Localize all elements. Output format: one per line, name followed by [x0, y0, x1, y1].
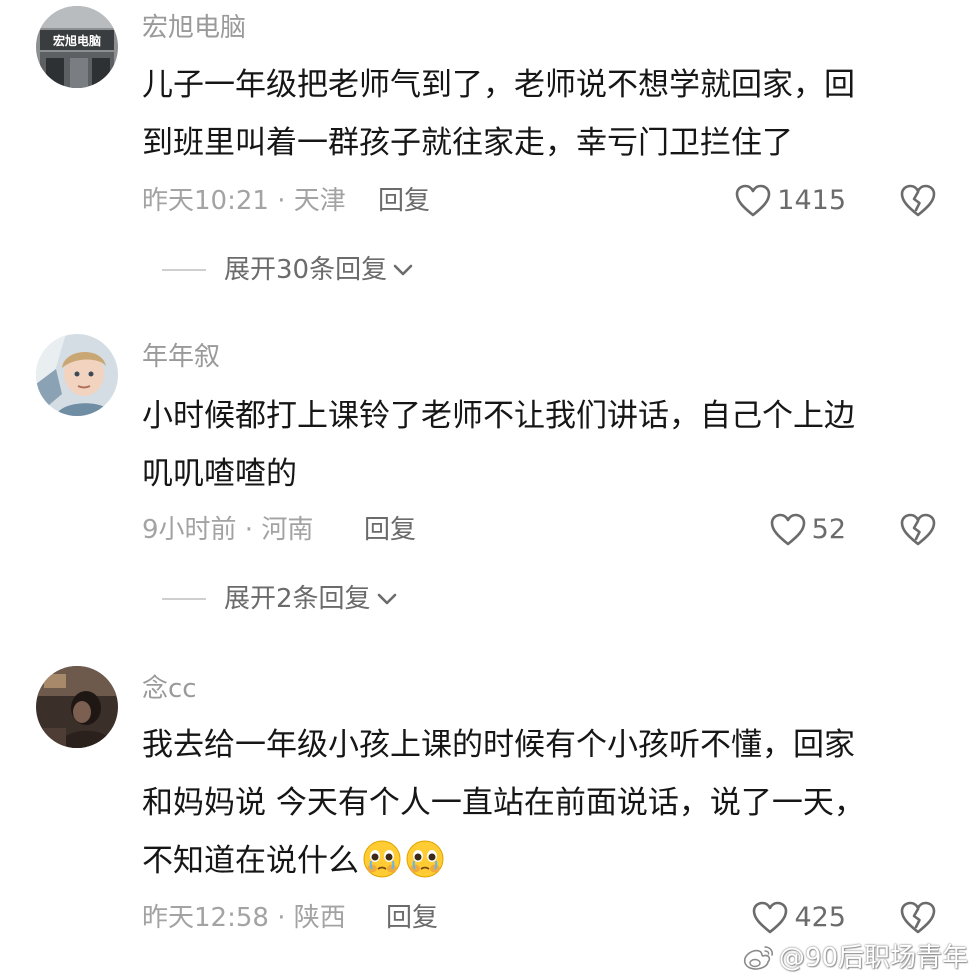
timestamp-location: 9小时前 · 河南 [142, 515, 314, 545]
broken-heart-icon [900, 901, 936, 934]
comment-text-line: 我去给一年级小孩上课的时候有个小孩听不懂，回家 [142, 727, 855, 763]
dislike-button[interactable] [900, 184, 936, 218]
heart-outline-icon [770, 513, 805, 546]
comment-text-line: 到班里叫着一群孩子就往家走，幸亏门卫拦住了 [142, 125, 793, 161]
divider [162, 598, 206, 600]
like-count: 1415 [777, 185, 846, 216]
username[interactable]: 年年叙 [142, 342, 220, 372]
divider [162, 269, 206, 271]
comment-text-line: 儿子一年级把老师气到了，老师说不想学就回家，回 [142, 67, 855, 103]
heart-outline-icon [753, 901, 788, 934]
expand-replies-button[interactable]: 展开30条回复 [162, 253, 415, 287]
pleading-face-emoji-icon [363, 840, 401, 878]
comment-list: 宏旭电脑 宏旭电脑 儿子一年级把老师气到了，老师说不想学就回家，回 到班里叫着一… [0, 0, 980, 980]
weibo-logo-icon [743, 946, 773, 970]
avatar[interactable]: 宏旭电脑 [36, 6, 118, 88]
comment-text-line: 和妈妈说 今天有个人一直站在前面说话，说了一天， [142, 785, 865, 821]
comment-text: 小时候都打上课铃了老师不让我们讲话，自己个上边 叽叽喳喳的 [142, 387, 932, 503]
like-button[interactable]: 1415 [735, 183, 846, 219]
expand-replies-label: 展开30条回复 [224, 255, 388, 285]
dislike-button[interactable] [900, 901, 936, 935]
comment-text: 儿子一年级把老师气到了，老师说不想学就回家，回 到班里叫着一群孩子就往家走，幸亏… [142, 56, 932, 172]
broken-heart-icon [900, 513, 936, 546]
chevron-down-icon [377, 593, 396, 605]
heart-outline-icon [735, 184, 771, 217]
comment-text-fragment: 不知道在说什么 [142, 843, 359, 879]
username[interactable]: 念cc [142, 674, 197, 704]
timestamp-location: 昨天12:58 · 陕西 [142, 903, 346, 933]
expand-replies-button[interactable]: 展开2条回复 [162, 582, 399, 616]
username[interactable]: 宏旭电脑 [142, 13, 246, 43]
timestamp-location: 昨天10:21 · 天津 [142, 186, 346, 216]
comment-text-line-with-emoji: 不知道在说什么 [142, 832, 932, 890]
expand-replies-label: 展开2条回复 [224, 584, 371, 614]
like-count: 52 [811, 514, 846, 545]
avatar[interactable] [36, 334, 118, 416]
storefront-avatar-icon: 宏旭电脑 [36, 6, 118, 88]
reply-button[interactable]: 回复 [378, 186, 430, 216]
dislike-button[interactable] [900, 513, 936, 547]
reply-button[interactable]: 回复 [364, 515, 416, 545]
avatar-sign-text: 宏旭电脑 [53, 33, 101, 48]
watermark: @90后职场青年 [739, 940, 968, 976]
broken-heart-icon [900, 184, 936, 217]
like-button[interactable]: 52 [770, 512, 846, 548]
comment-text-line: 叽叽喳喳的 [142, 456, 297, 492]
dim-room-portrait-avatar-icon [36, 666, 118, 748]
comment-text: 我去给一年级小孩上课的时候有个小孩听不懂，回家 和妈妈说 今天有个人一直站在前面… [142, 716, 932, 890]
reply-button[interactable]: 回复 [386, 903, 438, 933]
pleading-face-emoji-icon [406, 840, 444, 878]
chevron-down-icon [393, 264, 413, 276]
comment-text-line: 小时候都打上课铃了老师不让我们讲话，自己个上边 [142, 398, 855, 434]
watermark-text: @90后职场青年 [778, 943, 968, 973]
like-count: 425 [794, 902, 846, 933]
child-portrait-avatar-icon [36, 334, 118, 416]
like-button[interactable]: 425 [752, 900, 846, 936]
avatar[interactable] [36, 666, 118, 748]
